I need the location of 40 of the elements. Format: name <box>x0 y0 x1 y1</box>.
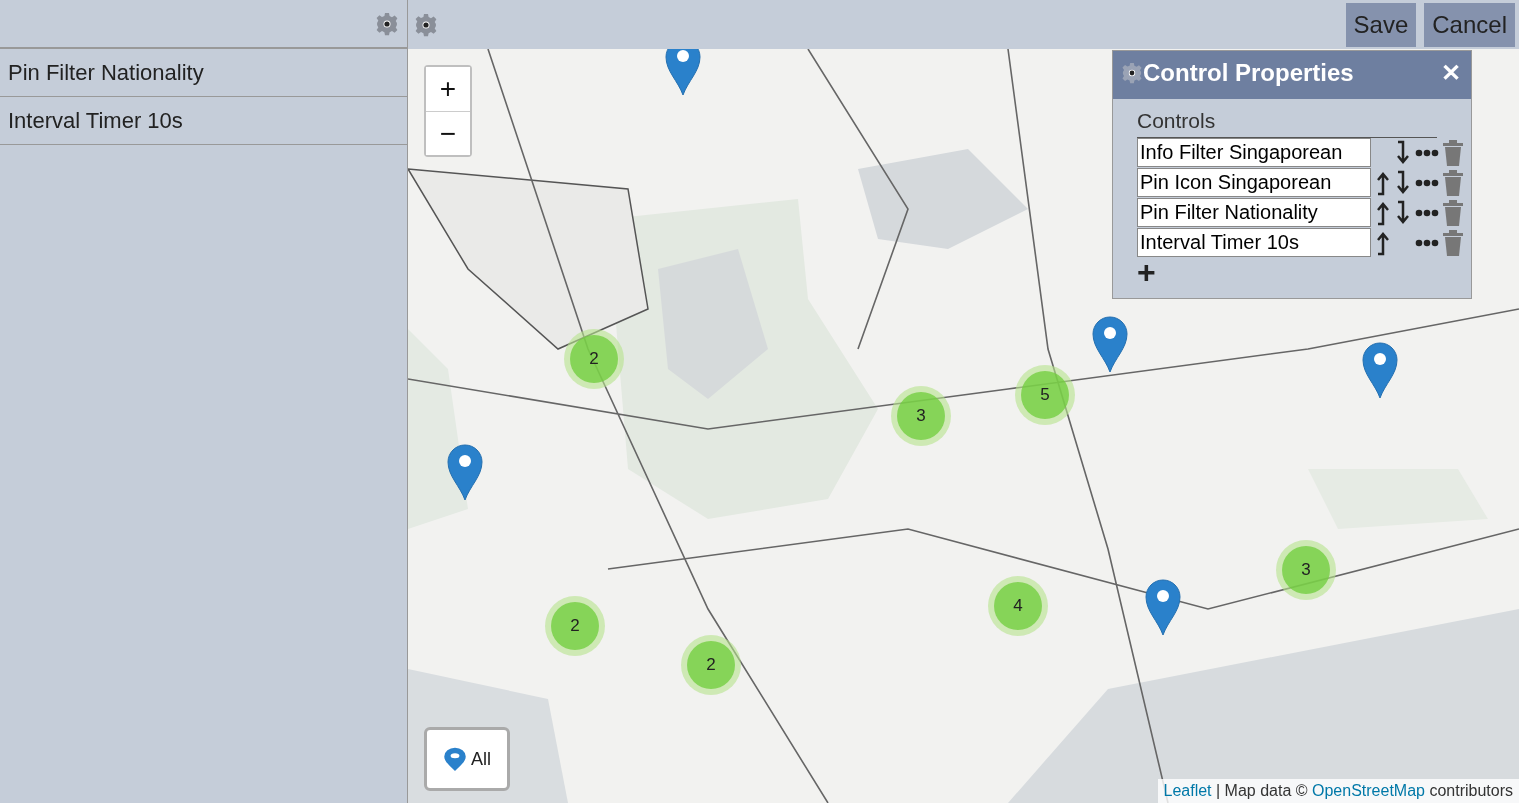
cluster-marker[interactable]: 3 <box>1276 540 1336 600</box>
settings-icon[interactable] <box>414 12 438 37</box>
section-heading: Controls <box>1137 105 1437 138</box>
map-pin-icon[interactable] <box>1091 314 1129 374</box>
cluster-marker[interactable]: 2 <box>545 596 605 656</box>
map-pin-icon[interactable] <box>1144 577 1182 637</box>
control-name-field[interactable]: Pin Filter Nationality <box>1137 198 1372 227</box>
close-button[interactable]: ✕ <box>1441 55 1461 91</box>
map-pin-icon[interactable] <box>446 442 484 502</box>
move-down-icon[interactable] <box>1395 169 1412 196</box>
move-down-icon[interactable] <box>1395 139 1412 166</box>
sidebar-item[interactable]: Pin Filter Nationality <box>0 49 407 97</box>
add-button[interactable]: + <box>1137 257 1156 286</box>
map-pin-icon <box>443 746 467 772</box>
cluster-marker[interactable]: 3 <box>891 386 951 446</box>
control-name-field[interactable]: Interval Timer 10s <box>1137 228 1372 257</box>
move-down-icon[interactable] <box>1395 199 1412 226</box>
more-icon[interactable] <box>1415 178 1439 187</box>
map-pin-icon[interactable] <box>1361 340 1399 400</box>
sidebar-item[interactable]: Interval Timer 10s <box>0 97 407 145</box>
save-button[interactable]: Save <box>1345 2 1417 47</box>
cancel-button[interactable]: Cancel <box>1424 2 1515 47</box>
map-pin-icon[interactable] <box>664 49 702 97</box>
attribution-link[interactable]: Leaflet <box>1163 782 1212 799</box>
settings-icon[interactable] <box>375 11 399 36</box>
control-name-field[interactable]: Info Filter Singaporean <box>1137 138 1372 167</box>
filter-button[interactable]: All <box>424 727 510 791</box>
cluster-marker[interactable]: 5 <box>1015 365 1075 425</box>
control-name-field[interactable]: Pin Icon Singaporean <box>1137 168 1372 197</box>
cluster-marker[interactable]: 2 <box>681 635 741 695</box>
attribution-text: Leaflet | Map data © OpenStreetMap contributors <box>1157 779 1519 803</box>
cluster-marker[interactable]: 4 <box>988 576 1048 636</box>
more-icon[interactable] <box>1415 148 1439 157</box>
attribution-link[interactable]: OpenStreetMap <box>1312 782 1425 799</box>
more-icon[interactable] <box>1415 208 1439 217</box>
settings-icon[interactable] <box>1121 62 1143 84</box>
zoom-out-button[interactable]: − <box>426 111 470 155</box>
panel-title: Control Properties <box>1143 58 1355 88</box>
more-icon[interactable] <box>1415 238 1439 247</box>
cluster-marker[interactable]: 2 <box>564 329 624 389</box>
